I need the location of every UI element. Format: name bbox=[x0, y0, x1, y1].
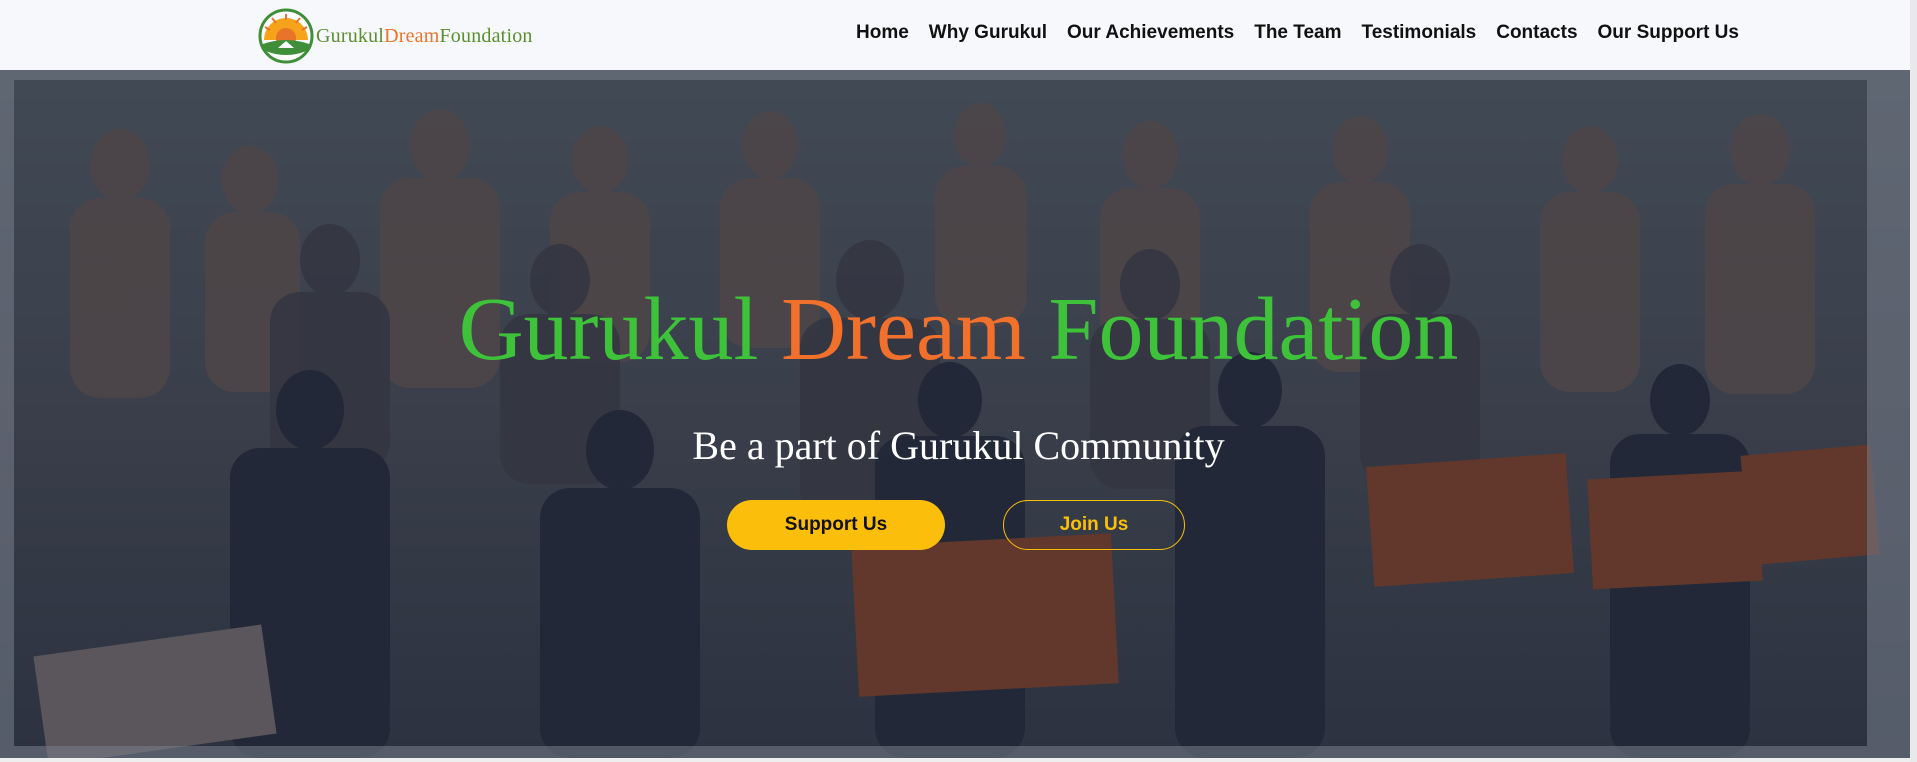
brand-name-part1: Gurukul bbox=[316, 24, 385, 47]
main-nav: Home Why Gurukul Our Achievements The Te… bbox=[856, 20, 1749, 46]
nav-link-contacts[interactable]: Contacts bbox=[1486, 20, 1587, 46]
hero-title-part3: Foundation bbox=[1048, 280, 1459, 379]
hero-title: Gurukul Dream Foundation bbox=[0, 280, 1917, 380]
support-us-button[interactable]: Support Us bbox=[727, 500, 945, 550]
brand-name-part3: Foundation bbox=[439, 24, 533, 47]
nav-link-our-support-us[interactable]: Our Support Us bbox=[1588, 20, 1749, 46]
hero-frame bbox=[0, 70, 1917, 758]
brand-name-part2: Dream bbox=[384, 24, 440, 47]
nav-link-our-achievements[interactable]: Our Achievements bbox=[1057, 20, 1244, 46]
page-bottom-edge bbox=[0, 758, 1917, 762]
sunrise-logo-icon bbox=[258, 8, 314, 64]
hero-title-part2: Dream bbox=[781, 280, 1026, 379]
site-header: GurukulDreamFoundation Home Why Gurukul … bbox=[0, 0, 1917, 70]
nav-link-home[interactable]: Home bbox=[856, 20, 919, 46]
page-scrollbar[interactable] bbox=[1910, 0, 1917, 762]
nav-link-why-gurukul[interactable]: Why Gurukul bbox=[919, 20, 1057, 46]
brand-logo[interactable]: GurukulDreamFoundation bbox=[258, 8, 533, 64]
nav-link-the-team[interactable]: The Team bbox=[1244, 20, 1351, 46]
hero-subtitle: Be a part of Gurukul Community bbox=[692, 423, 1225, 468]
brand-name: GurukulDreamFoundation bbox=[316, 25, 533, 48]
hero-section: Gurukul Dream Foundation Be a part of Gu… bbox=[0, 70, 1917, 758]
join-us-button[interactable]: Join Us bbox=[1003, 500, 1185, 550]
hero-title-part1: Gurukul bbox=[458, 280, 759, 379]
nav-link-testimonials[interactable]: Testimonials bbox=[1352, 20, 1487, 46]
